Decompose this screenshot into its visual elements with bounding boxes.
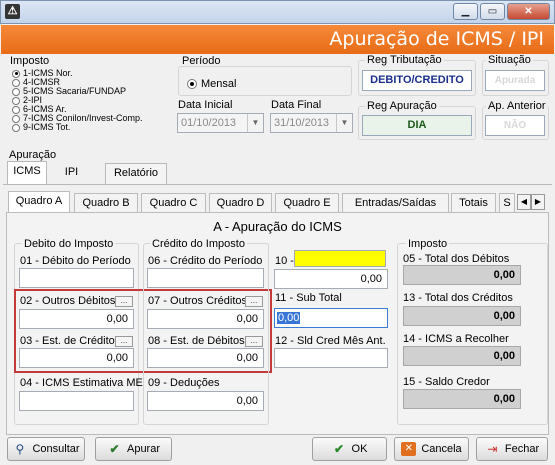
radio-icon bbox=[12, 114, 20, 123]
f14-label: 14 - ICMS a Recolher bbox=[403, 333, 509, 345]
f01-input[interactable] bbox=[19, 268, 134, 288]
apuracao-label: Apuração bbox=[9, 149, 57, 161]
tab-scroll-right-icon[interactable]: ▶ bbox=[531, 194, 545, 210]
tab-icms[interactable]: ICMS bbox=[7, 161, 47, 184]
app-icon: ⚠ bbox=[5, 4, 20, 19]
cancel-icon: ✕ bbox=[401, 442, 417, 456]
f11-selected-text: 0,00 bbox=[277, 312, 301, 324]
minimize-button[interactable]: ▁ bbox=[453, 3, 478, 20]
imposto-option-9[interactable]: 9-ICMS Tot. bbox=[12, 123, 143, 132]
f03-input[interactable]: 0,00 bbox=[19, 348, 134, 368]
tab-quadro-d[interactable]: Quadro D bbox=[209, 193, 272, 213]
data-inicial-combo[interactable]: 01/10/2013 ▼ bbox=[177, 113, 264, 133]
f12-label: 12 - Sld Cred Mês Ant. bbox=[275, 335, 386, 347]
radio-icon bbox=[12, 78, 20, 87]
ok-button[interactable]: ✔ OK bbox=[312, 437, 387, 461]
f09-input[interactable]: 0,00 bbox=[147, 391, 264, 411]
f08-input[interactable]: 0,00 bbox=[147, 348, 264, 368]
apurar-button[interactable]: ✔ Apurar bbox=[95, 437, 172, 461]
f03-label: 03 - Est. de Créditos bbox=[20, 335, 121, 347]
situacao-value: Apurada bbox=[485, 70, 545, 91]
imposto-radio-group: 1-ICMS Nor. 4-ICMSR 5-ICMS Sacaria/FUNDA… bbox=[12, 69, 143, 132]
f06-label: 06 - Crédito do Período bbox=[148, 255, 263, 267]
banner-title: Apuração de ICMS / IPI bbox=[329, 28, 544, 50]
ap-anterior-label: Ap. Anterior bbox=[486, 100, 548, 112]
f08-detail-button[interactable]: ... bbox=[245, 336, 263, 347]
tab-quadro-b[interactable]: Quadro B bbox=[74, 193, 138, 213]
cancela-button[interactable]: ✕ Cancela bbox=[394, 437, 469, 461]
divider bbox=[3, 184, 552, 185]
f15-label: 15 - Saldo Credor bbox=[403, 376, 490, 388]
f04-input[interactable] bbox=[19, 391, 134, 411]
f06-input[interactable] bbox=[147, 268, 264, 288]
tab-relatorio[interactable]: Relatório bbox=[105, 163, 167, 184]
chevron-down-icon: ▼ bbox=[336, 114, 352, 132]
f14-value: 0,00 bbox=[403, 346, 521, 366]
f02-label: 02 - Outros Débitos bbox=[20, 295, 116, 307]
quadro-tabs: Quadro A Quadro B Quadro C Quadro D Quad… bbox=[8, 191, 548, 213]
reg-tributacao-label: Reg Tributação bbox=[365, 54, 444, 66]
consultar-button[interactable]: ⚲ Consultar bbox=[7, 437, 85, 461]
data-final-label: Data Final bbox=[271, 99, 322, 111]
f02-detail-button[interactable]: ... bbox=[115, 296, 133, 307]
f05-label: 05 - Total dos Débitos bbox=[403, 253, 510, 265]
radio-icon bbox=[12, 105, 20, 114]
situacao-label: Situação bbox=[486, 54, 533, 66]
ap-anterior-value: NÃO bbox=[485, 115, 545, 136]
imposto-totais-label: Imposto bbox=[406, 238, 450, 250]
chevron-down-icon: ▼ bbox=[247, 114, 263, 132]
tab-s[interactable]: S bbox=[499, 193, 515, 213]
f13-label: 13 - Total dos Créditos bbox=[403, 292, 513, 304]
tab-quadro-e[interactable]: Quadro E bbox=[275, 193, 339, 213]
data-final-combo[interactable]: 31/10/2013 ▼ bbox=[270, 113, 353, 133]
f02-input[interactable]: 0,00 bbox=[19, 309, 134, 329]
f10-input[interactable]: 0,00 bbox=[274, 269, 388, 289]
tab-quadro-a[interactable]: Quadro A bbox=[8, 191, 70, 213]
header-banner: Apuração de ICMS / IPI bbox=[1, 25, 554, 54]
f08-label: 08 - Est. de Débitos bbox=[148, 335, 245, 347]
data-inicial-label: Data Inicial bbox=[178, 99, 233, 111]
tab-scroll-left-icon[interactable]: ◀ bbox=[517, 194, 531, 210]
radio-icon bbox=[12, 69, 20, 78]
f07-label: 07 - Outros Créditos bbox=[148, 295, 248, 307]
tab-entradas-saidas[interactable]: Entradas/Saídas bbox=[342, 193, 449, 213]
section-title: A - Apuração do ICMS bbox=[213, 219, 342, 234]
radio-icon bbox=[12, 123, 20, 132]
radio-icon bbox=[12, 87, 20, 96]
check-icon: ✔ bbox=[109, 442, 120, 456]
radio-icon bbox=[187, 79, 197, 89]
tab-quadro-c[interactable]: Quadro C bbox=[141, 193, 206, 213]
f01-label: 01 - Débito do Período bbox=[20, 255, 131, 267]
f11-input[interactable]: 0,00 bbox=[274, 308, 388, 328]
maximize-button[interactable]: ▭ bbox=[480, 3, 505, 20]
imposto-label: Imposto bbox=[10, 55, 50, 67]
tab-ipi[interactable]: IPI bbox=[50, 163, 93, 184]
debito-label: Debito do Imposto bbox=[22, 238, 116, 250]
f07-detail-button[interactable]: ... bbox=[245, 296, 263, 307]
f05-value: 0,00 bbox=[403, 265, 521, 285]
close-button[interactable]: ✕ bbox=[507, 3, 550, 20]
f12-input[interactable] bbox=[274, 348, 388, 368]
f15-value: 0,00 bbox=[403, 389, 521, 409]
reg-apuracao-label: Reg Apuração bbox=[365, 100, 439, 112]
reg-apuracao-value: DIA bbox=[362, 115, 472, 136]
f13-value: 0,00 bbox=[403, 306, 521, 326]
f10-description-input[interactable] bbox=[294, 250, 386, 267]
check-icon: ✔ bbox=[334, 442, 345, 456]
fechar-button[interactable]: ⇥ Fechar bbox=[476, 437, 548, 461]
exit-icon: ⇥ bbox=[487, 442, 498, 456]
f11-label: 11 - Sub Total bbox=[275, 292, 342, 304]
apuracao-tabs: ICMS IPI Relatório bbox=[7, 161, 547, 184]
reg-tributacao-value: DEBITO/CREDITO bbox=[362, 70, 472, 91]
f07-input[interactable]: 0,00 bbox=[147, 309, 264, 329]
f09-label: 09 - Deduções bbox=[148, 377, 220, 389]
mensal-radio[interactable]: Mensal bbox=[187, 78, 236, 90]
f04-label: 04 - ICMS Estimativa ME bbox=[20, 377, 143, 389]
credito-label: Crédito do Imposto bbox=[150, 238, 247, 250]
tab-totais[interactable]: Totais bbox=[451, 193, 496, 213]
f03-detail-button[interactable]: ... bbox=[115, 336, 133, 347]
radio-icon bbox=[12, 96, 20, 105]
f10-label: 10 - bbox=[275, 255, 294, 267]
binoculars-icon: ⚲ bbox=[15, 442, 25, 456]
